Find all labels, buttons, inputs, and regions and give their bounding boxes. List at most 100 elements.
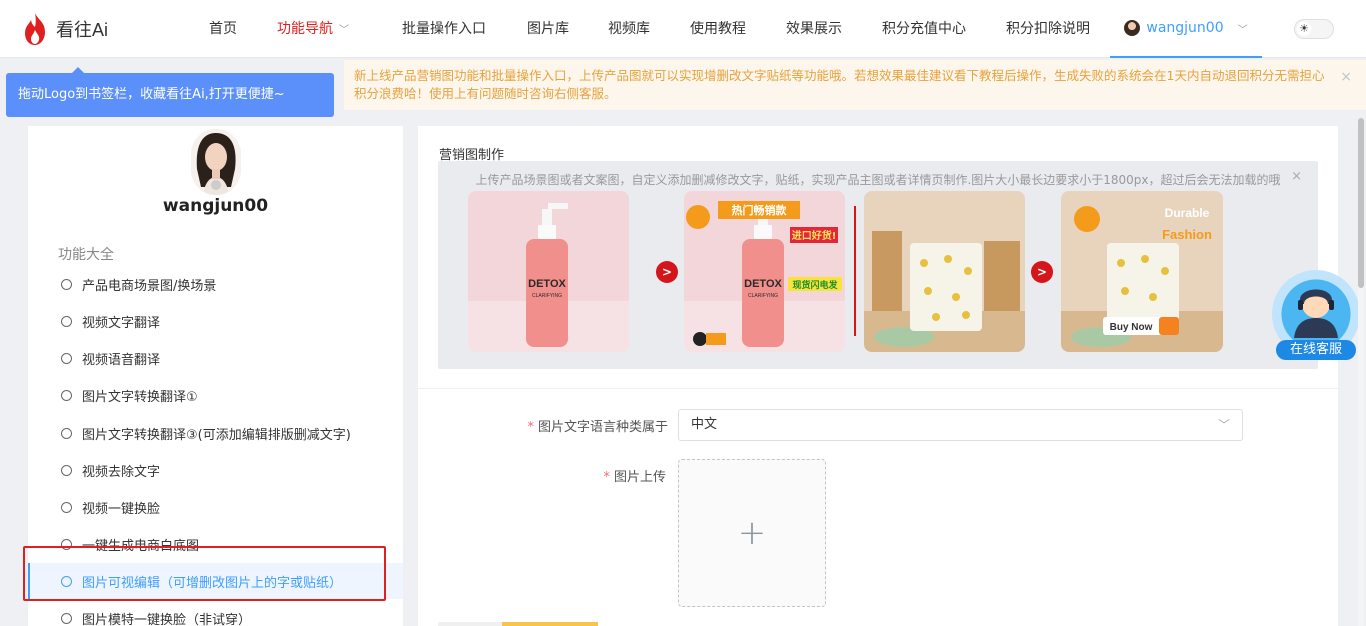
sticker-durable-text: Durable [1165, 206, 1210, 220]
arrow-right-icon: > [656, 261, 678, 283]
sample-image-before-2 [864, 191, 1025, 352]
online-support-label: 在线客服 [1276, 340, 1356, 360]
radio-icon [61, 464, 72, 476]
nav-image-library[interactable]: 图片库 [527, 0, 569, 58]
sidebar-item-label: 图片可视编辑（可增删改图片上的字或贴纸） [82, 575, 343, 591]
sidebar-item-video-text-translate[interactable]: 视频文字翻译 [28, 303, 403, 339]
nav-feature-guide-label: 功能导航 [277, 21, 333, 37]
nav-home[interactable]: 首页 [209, 0, 237, 58]
radio-icon [61, 389, 72, 401]
sidebar-item-video-voice-translate[interactable]: 视频语音翻译 [28, 340, 403, 376]
profile-avatar[interactable] [191, 129, 241, 195]
sample-image-before-1: DETOX CLARIFYING [468, 191, 629, 352]
nav-showcase[interactable]: 效果展示 [786, 0, 842, 58]
sidebar-item-label: 视频语音翻译 [82, 352, 161, 368]
sidebar-item-label: 视频文字翻译 [82, 315, 161, 331]
laundry-basket-text-image: Durable Fashion Buy Now [1061, 191, 1223, 352]
chevron-down-icon: ﹀ [339, 25, 349, 36]
main-card: 营销图制作 上传产品场景图或者文案图，自定义添加删减修改文字，贴纸，实现产品主图… [418, 126, 1338, 626]
logo-text: 看往Ai [56, 20, 109, 40]
sidebar-item-label: 图片文字转换翻译③(可添加编辑排版删减文字) [82, 427, 351, 443]
flame-logo-icon [25, 13, 45, 45]
sidebar-item-image-text-translate-1[interactable]: 图片文字转换翻译① [28, 377, 403, 413]
sidebar: wangjun00 功能大全 产品电商场景图/换场景 视频文字翻译 视频语音翻译… [28, 126, 403, 626]
avatar [1124, 20, 1141, 36]
radio-icon [61, 501, 72, 513]
nav-batch-entry[interactable]: 批量操作入口 [402, 0, 486, 58]
sidebar-item-white-background[interactable]: 一键生成电商白底图 [28, 526, 403, 562]
notice-bar: 新上线产品营销图功能和批量操作入口，上传产品图就可以实现增删改文字贴纸等功能哦。… [344, 60, 1366, 110]
nav-points-deduction[interactable]: 积分扣除说明 [1006, 0, 1090, 58]
sidebar-item-label: 图片文字转换翻译① [82, 389, 198, 405]
upload-label: * 图片上传 [458, 466, 666, 485]
radio-icon [61, 575, 72, 587]
sticker-ship-text: 现货闪电发 [792, 279, 838, 291]
sidebar-item-ecommerce-scene[interactable]: 产品电商场景图/换场景 [28, 266, 403, 302]
nav-feature-guide[interactable]: 功能导航 ﹀ [277, 0, 349, 58]
sample-image-after-1: DETOX CLARIFYING 热门畅销款 进口好货! 现货闪电发 [684, 191, 845, 352]
sticker-hot-text: 热门畅销款 [732, 203, 788, 217]
pink-bottle-image: DETOX CLARIFYING [468, 191, 629, 352]
online-support-widget[interactable]: 在线客服 [1272, 270, 1360, 362]
avatar-portrait-icon [191, 129, 241, 195]
nav-recharge-center[interactable]: 积分充值中心 [882, 0, 966, 58]
sidebar-item-label: 一键生成电商白底图 [82, 538, 200, 554]
section-title: 功能大全 [58, 247, 114, 263]
sidebar-item-video-face-swap[interactable]: 视频一键换脸 [28, 489, 403, 525]
sidebar-item-image-visual-edit[interactable]: 图片可视编辑（可增删改图片上的字或贴纸） [28, 563, 403, 599]
banner-description: 上传产品场景图或者文案图，自定义添加删减修改文字，贴纸，实现产品主图或者详情页制… [475, 173, 1281, 187]
chevron-down-icon: ﹀ [1217, 418, 1230, 432]
radio-icon [61, 278, 72, 290]
radio-icon [61, 612, 72, 624]
sidebar-item-label: 图片模特一键换脸（非试穿） [82, 612, 252, 626]
radio-icon [61, 352, 72, 364]
nav-tutorial[interactable]: 使用教程 [690, 0, 746, 58]
sticker-import-text: 进口好货! [792, 229, 837, 242]
theme-toggle[interactable]: ☀ [1294, 19, 1334, 39]
bottom-partial-button [438, 622, 598, 626]
close-icon[interactable]: × [1291, 169, 1302, 184]
sample-image-after-2: Durable Fashion Buy Now [1061, 191, 1223, 352]
language-label-text: 图片文字语言种类属于 [537, 420, 668, 435]
image-upload-area[interactable]: + [678, 459, 826, 607]
chevron-down-icon: ﹀ [1237, 24, 1248, 36]
laundry-basket-image [864, 191, 1025, 352]
notice-text: 新上线产品营销图功能和批量操作入口，上传产品图就可以实现增删改文字贴纸等功能哦。… [354, 68, 1325, 101]
sidebar-item-label: 视频一键换脸 [82, 501, 161, 517]
divider [418, 388, 1338, 389]
top-navbar: 看往Ai 首页 功能导航 ﹀ 批量操作入口 图片库 视频库 使用教程 效果展示 积… [0, 0, 1366, 58]
user-menu-name: wangjun00 [1146, 20, 1224, 36]
plus-icon: + [737, 513, 767, 553]
pink-bottle-stickers-image: DETOX CLARIFYING 热门畅销款 进口好货! 现货闪电发 [684, 191, 845, 352]
arrow-right-icon: > [1031, 261, 1053, 283]
sidebar-item-video-remove-text[interactable]: 视频去除文字 [28, 452, 403, 488]
nav-video-library[interactable]: 视频库 [608, 0, 650, 58]
sample-sub-text: CLARIFYING [748, 293, 778, 299]
sticker-buy-now-text: Buy Now [1110, 322, 1153, 333]
required-mark: * [603, 470, 610, 485]
sidebar-item-image-text-translate-3[interactable]: 图片文字转换翻译③(可添加编辑排版删减文字) [28, 415, 403, 451]
sidebar-item-label: 产品电商场景图/换场景 [82, 278, 217, 294]
close-icon[interactable]: × [1340, 68, 1352, 86]
example-banner: 上传产品场景图或者文案图，自定义添加删减修改文字，贴纸，实现产品主图或者详情页制… [438, 161, 1318, 369]
radio-icon [61, 315, 72, 327]
language-label: * 图片文字语言种类属于 [458, 416, 668, 435]
sample-brand-text: DETOX [528, 278, 566, 290]
scrollbar[interactable] [1358, 118, 1364, 626]
sidebar-item-model-face-swap[interactable]: 图片模特一键换脸（非试穿） [28, 600, 403, 626]
bookmark-tip: 拖动Logo到书签栏，收藏看往Ai,打开更便捷~ [6, 67, 334, 117]
user-menu[interactable]: wangjun00 ﹀ [1110, 0, 1262, 58]
sidebar-item-label: 视频去除文字 [82, 464, 161, 480]
profile-username: wangjun00 [162, 196, 269, 216]
radio-icon [61, 427, 72, 439]
divider [854, 206, 856, 336]
required-mark: * [527, 420, 534, 435]
scrollbar-thumb[interactable] [1358, 118, 1364, 288]
sticker-fashion-text: Fashion [1162, 227, 1212, 242]
language-select-value: 中文 [691, 417, 718, 432]
radio-icon [61, 538, 72, 550]
logo[interactable]: 看往Ai [22, 12, 108, 46]
language-select[interactable]: 中文 ﹀ [678, 409, 1243, 441]
upload-label-text: 图片上传 [613, 470, 666, 485]
sun-icon: ☀ [1297, 22, 1311, 36]
